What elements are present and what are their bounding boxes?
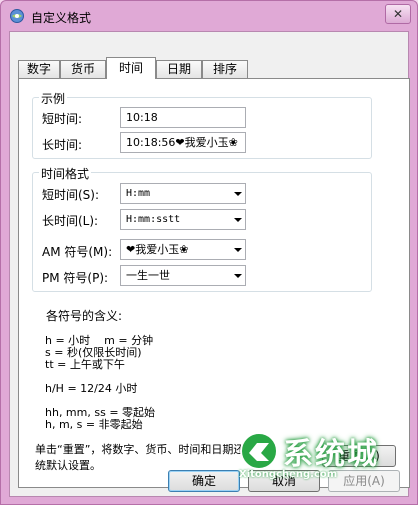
am-symbol-combo[interactable]: ❤我爱小玉❀ <box>120 239 246 260</box>
chevron-down-icon <box>234 192 242 196</box>
time-format-group: 时间格式 短时间(S): H:mm 长时间(L): H:mm:sstt AM 符… <box>32 165 372 292</box>
short-time-label: 短时间(S): <box>42 188 100 202</box>
title-bar[interactable]: 自定义格式 ✕ <box>1 1 417 31</box>
watermark-text: 系统城 <box>283 437 379 472</box>
close-icon: ✕ <box>392 7 404 21</box>
chevron-down-icon <box>234 248 242 252</box>
watermark-logo-icon <box>240 432 278 470</box>
dialog-window: 自定义格式 ✕ 数字 货币 时间 日期 排序 示例 短时间: 10:18 长时间… <box>0 0 418 505</box>
pm-symbol-value: 一生一世 <box>126 269 170 282</box>
watermark-subtext: Xitongcheng.com <box>239 469 338 480</box>
am-symbol-label: AM 符号(M): <box>42 245 113 259</box>
sample-legend: 示例 <box>39 90 68 107</box>
long-time-label: 长时间(L): <box>42 214 99 228</box>
short-time-combo[interactable]: H:mm <box>120 183 246 204</box>
tab-time[interactable]: 时间 <box>106 57 156 79</box>
pm-symbol-combo[interactable]: 一生一世 <box>120 265 246 286</box>
symbols-heading: 各符号的含义: <box>46 309 123 323</box>
ok-button[interactable]: 确定 <box>168 470 240 492</box>
sample-group: 示例 短时间: 10:18 长时间: 10:18:56❤我爱小玉❀ <box>32 90 372 159</box>
chevron-down-icon <box>234 274 242 278</box>
long-time-value: H:mm:sstt <box>126 214 181 225</box>
reset-text-line-2: 统默认设置。 <box>35 459 101 472</box>
long-time-sample-field: 10:18:56❤我爱小玉❀ <box>120 132 246 153</box>
explanation-line-4: h/H = 12/24 小时 <box>45 382 138 395</box>
short-time-sample-label: 短时间: <box>42 112 83 126</box>
tab-number[interactable]: 数字 <box>18 60 60 78</box>
pm-symbol-label: PM 符号(P): <box>42 271 109 285</box>
window-title: 自定义格式 <box>31 11 92 25</box>
app-icon <box>10 9 24 23</box>
long-time-combo[interactable]: H:mm:sstt <box>120 209 246 230</box>
short-time-value: H:mm <box>126 188 151 199</box>
tab-sort[interactable]: 排序 <box>202 60 248 78</box>
chevron-down-icon <box>234 218 242 222</box>
tab-currency[interactable]: 货币 <box>60 60 106 78</box>
short-time-sample-field: 10:18 <box>120 107 246 128</box>
time-format-legend: 时间格式 <box>39 165 92 182</box>
watermark: 系统城 Xitongcheng.com <box>233 425 393 489</box>
explanation-line-3: tt = 上午或下午 <box>45 358 125 371</box>
long-time-sample-label: 长时间: <box>42 138 83 152</box>
explanation-line-6: h, m, s = 非零起始 <box>45 418 143 431</box>
close-button[interactable]: ✕ <box>385 4 411 24</box>
am-symbol-value: ❤我爱小玉❀ <box>126 243 189 256</box>
tab-date[interactable]: 日期 <box>156 60 202 78</box>
